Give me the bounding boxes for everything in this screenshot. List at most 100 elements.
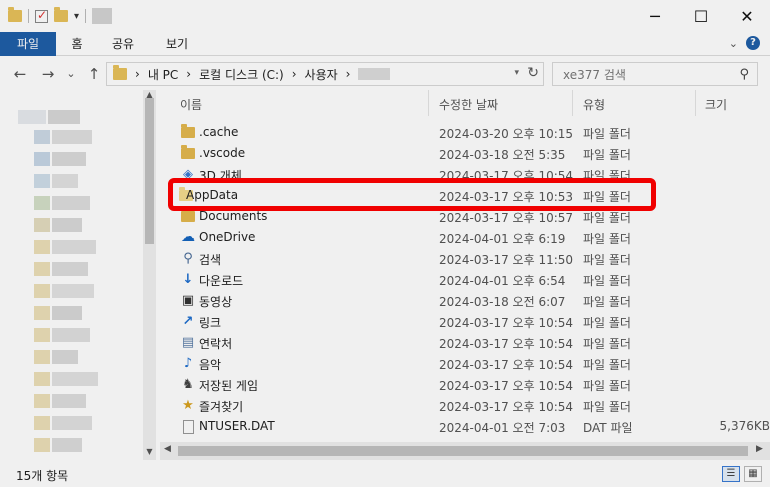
list-item[interactable]: ▣ 동영상 2024-03-18 오전 6:07 파일 폴더 — [160, 290, 770, 311]
nav-item[interactable] — [34, 130, 50, 144]
list-item[interactable]: ⚲ 검색 2024-03-17 오후 11:50 파일 폴더 — [160, 248, 770, 269]
nav-item[interactable] — [52, 350, 78, 364]
nav-item[interactable] — [34, 394, 50, 408]
file-date: 2024-04-01 오전 7:03 — [439, 421, 566, 435]
nav-item[interactable] — [34, 152, 50, 166]
close-button[interactable]: ✕ — [724, 0, 770, 32]
refresh-icon[interactable]: ↻ — [527, 65, 539, 81]
nav-item[interactable] — [52, 218, 82, 232]
scroll-up-icon[interactable]: ▲ — [143, 90, 156, 102]
recent-locations-button[interactable]: ⌄ — [64, 64, 78, 84]
nav-item[interactable] — [34, 174, 50, 188]
column-divider[interactable] — [428, 90, 429, 116]
horizontal-scroll-thumb[interactable] — [178, 446, 748, 456]
search-box[interactable]: xe377 검색 ⚲ — [552, 62, 758, 86]
chevron-down-icon[interactable]: ▾ — [514, 68, 519, 78]
status-bar: 15개 항목 ☰ ▦ — [0, 462, 770, 487]
list-item[interactable]: ☁ OneDrive 2024-04-01 오후 6:19 파일 폴더 — [160, 227, 770, 248]
file-name: 연락처 — [199, 337, 233, 351]
folder-icon — [8, 7, 22, 22]
nav-item[interactable] — [34, 218, 50, 232]
list-item[interactable]: NTUSER.DAT 2024-04-01 오전 7:03 DAT 파일 5,3… — [160, 416, 770, 437]
list-item[interactable]: ★ 즐겨찾기 2024-03-17 오후 10:54 파일 폴더 — [160, 395, 770, 416]
breadcrumb-this-pc[interactable]: 내 PC — [148, 66, 178, 83]
breadcrumb-users[interactable]: 사용자 — [305, 66, 338, 83]
tab-share[interactable]: 공유 — [100, 32, 146, 56]
tab-view[interactable]: 보기 — [154, 32, 200, 56]
large-icons-view-icon[interactable]: ▦ — [744, 466, 762, 482]
address-separator: › — [345, 67, 351, 81]
column-date[interactable]: 수정한 날짜 — [439, 96, 498, 113]
nav-item[interactable] — [52, 262, 88, 276]
list-item[interactable]: Documents 2024-03-17 오후 10:57 파일 폴더 — [160, 206, 770, 227]
nav-item[interactable] — [52, 306, 82, 320]
file-date: 2024-03-17 오후 10:54 — [439, 379, 574, 393]
list-item[interactable]: ↓ 다운로드 2024-04-01 오후 6:54 파일 폴더 — [160, 269, 770, 290]
list-item[interactable]: .vscode 2024-03-18 오전 5:35 파일 폴더 — [160, 143, 770, 164]
nav-item[interactable] — [52, 328, 90, 342]
column-name[interactable]: 이름 — [180, 96, 202, 113]
nav-item[interactable] — [52, 130, 92, 144]
scroll-left-icon[interactable]: ◀ — [164, 444, 171, 454]
file-date: 2024-03-17 오후 10:54 — [439, 337, 574, 351]
nav-item[interactable] — [34, 372, 50, 386]
forward-button[interactable]: → — [38, 64, 58, 84]
nav-item[interactable] — [34, 240, 50, 254]
nav-item[interactable] — [52, 416, 92, 430]
list-item[interactable]: AppData 2024-03-17 오후 10:53 파일 폴더 — [160, 185, 770, 206]
list-item[interactable]: ↗ 링크 2024-03-17 오후 10:54 파일 폴더 — [160, 311, 770, 332]
column-size[interactable]: 크기 — [705, 96, 727, 113]
list-item[interactable]: ◈ 3D 개체 2024-03-17 오후 10:54 파일 폴더 — [160, 164, 770, 185]
nav-item[interactable] — [18, 110, 46, 124]
properties-icon[interactable] — [35, 8, 48, 23]
up-button[interactable]: ↑ — [84, 64, 104, 84]
list-item[interactable]: ♪ 음악 2024-03-17 오후 10:54 파일 폴더 — [160, 353, 770, 374]
column-type[interactable]: 유형 — [583, 96, 605, 113]
nav-item[interactable] — [52, 174, 78, 188]
column-divider[interactable] — [695, 90, 696, 116]
list-item[interactable]: .cache 2024-03-20 오후 10:15 파일 폴더 — [160, 122, 770, 143]
file-list: ^ 이름 수정한 날짜 유형 크기 .cache 2024-03-20 오후 1… — [160, 90, 770, 460]
breadcrumb-user-folder[interactable] — [358, 68, 391, 80]
maximize-button[interactable]: ☐ — [678, 0, 724, 32]
column-divider[interactable] — [572, 90, 573, 116]
nav-item[interactable] — [52, 152, 86, 166]
navigation-pane[interactable] — [0, 90, 156, 460]
nav-item[interactable] — [52, 438, 82, 452]
scroll-down-icon[interactable]: ▼ — [143, 447, 156, 459]
file-icon — [180, 419, 196, 434]
nav-item[interactable] — [34, 306, 50, 320]
tab-home[interactable]: 홈 — [60, 32, 94, 56]
back-button[interactable]: ← — [10, 64, 30, 84]
nav-item[interactable] — [52, 196, 90, 210]
help-icon[interactable]: ? — [746, 36, 760, 50]
list-item[interactable]: ♞ 저장된 게임 2024-03-17 오후 10:54 파일 폴더 — [160, 374, 770, 395]
nav-item[interactable] — [52, 284, 94, 298]
file-type: 파일 폴더 — [583, 337, 631, 351]
address-bar[interactable]: › 내 PC › 로컬 디스크 (C:) › 사용자 › ▾ ↻ — [106, 62, 544, 86]
minimize-button[interactable]: ─ — [632, 0, 678, 32]
nav-item[interactable] — [34, 262, 50, 276]
breadcrumb-local-disk[interactable]: 로컬 디스크 (C:) — [199, 66, 284, 83]
nav-item[interactable] — [52, 240, 96, 254]
scroll-right-icon[interactable]: ▶ — [756, 444, 763, 454]
new-folder-icon[interactable] — [54, 7, 68, 22]
nav-item[interactable] — [34, 196, 50, 210]
3d-objects-icon: ◈ — [183, 167, 193, 182]
nav-item[interactable] — [48, 110, 80, 124]
links-icon: ↗ — [182, 314, 194, 329]
nav-item[interactable] — [52, 372, 98, 386]
nav-item[interactable] — [34, 350, 50, 364]
nav-item[interactable] — [34, 438, 50, 452]
tab-file[interactable]: 파일 — [0, 32, 56, 56]
details-view-icon[interactable]: ☰ — [722, 466, 740, 482]
nav-item[interactable] — [52, 394, 86, 408]
search-icon[interactable]: ⚲ — [739, 67, 749, 82]
list-item[interactable]: ▤ 연락처 2024-03-17 오후 10:54 파일 폴더 — [160, 332, 770, 353]
nav-item[interactable] — [34, 284, 50, 298]
nav-item[interactable] — [34, 328, 50, 342]
nav-pane-scroll-thumb[interactable] — [145, 98, 154, 244]
customize-toolbar-icon[interactable]: ▾ — [74, 11, 79, 22]
chevron-down-icon[interactable]: ⌄ — [729, 37, 738, 50]
nav-item[interactable] — [34, 416, 50, 430]
